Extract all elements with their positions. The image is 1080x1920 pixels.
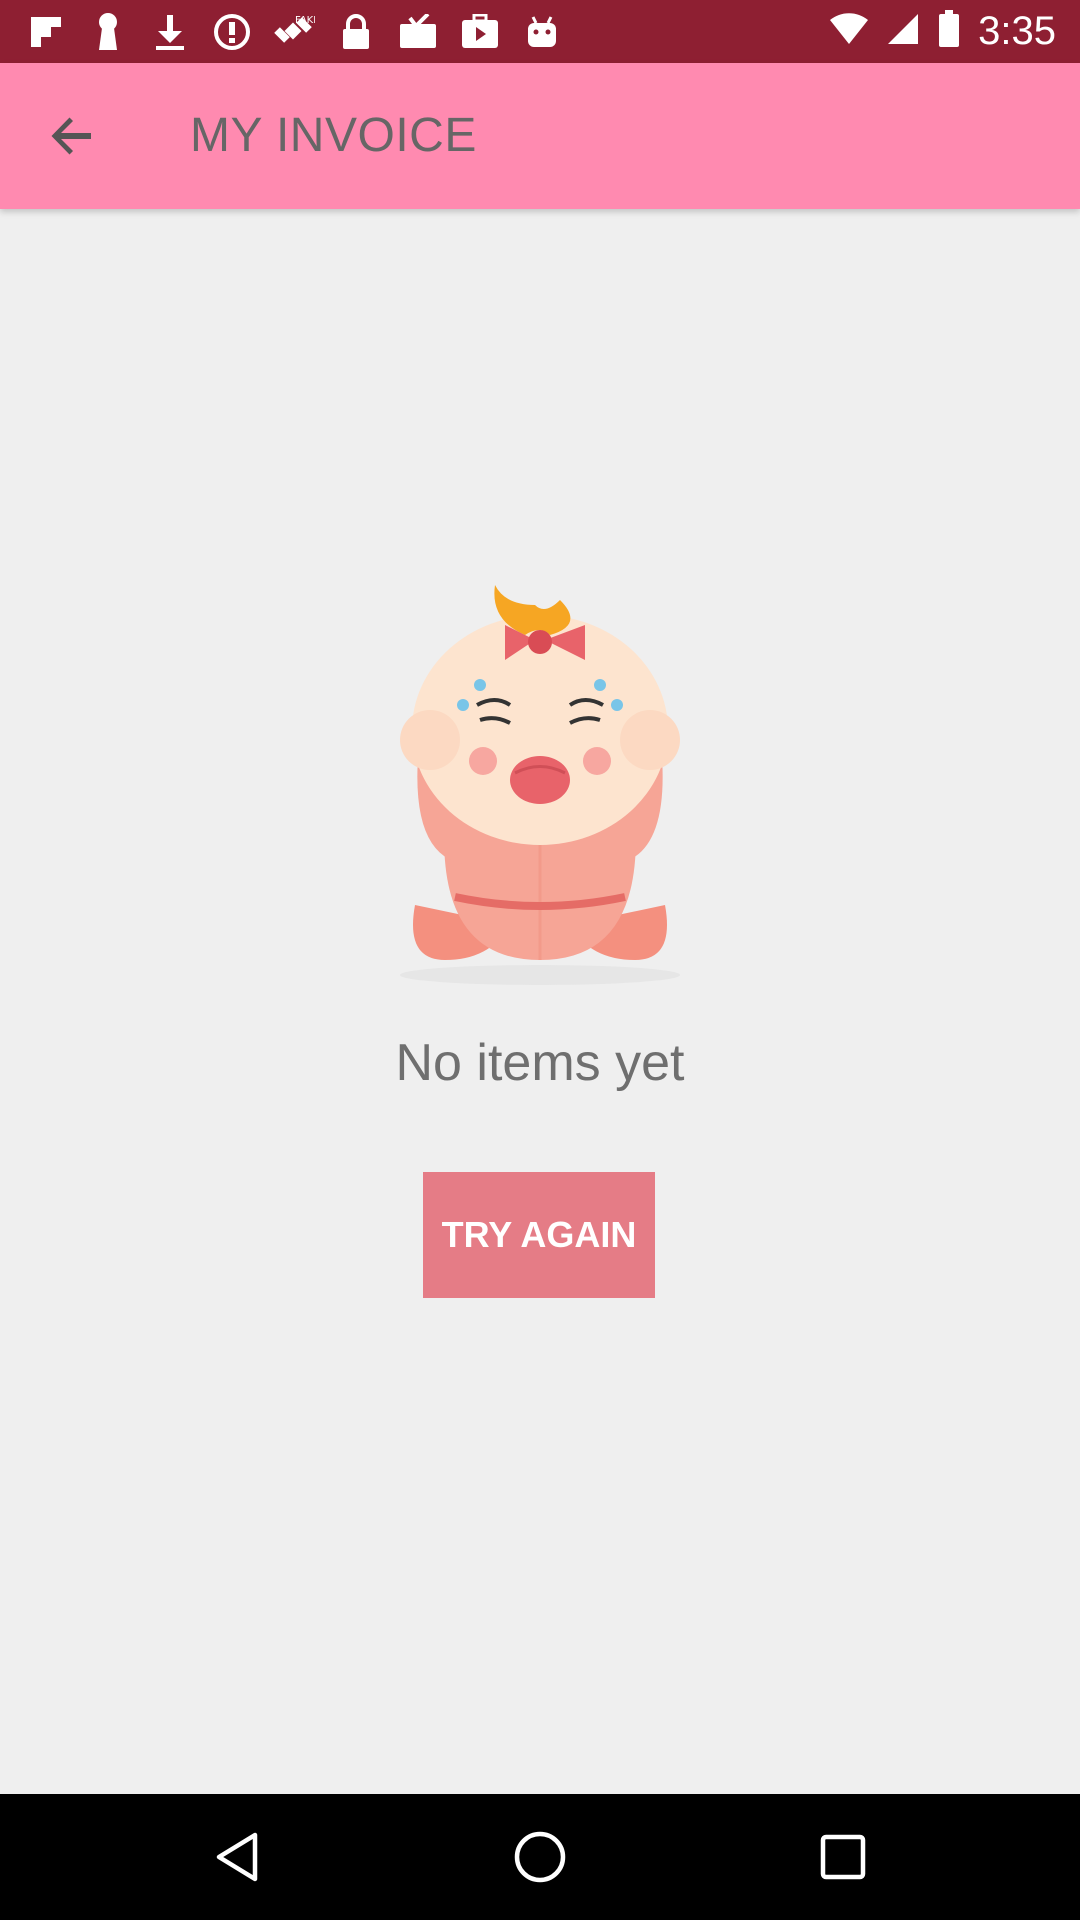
system-status: 3:35 bbox=[830, 8, 1056, 54]
home-circle-icon bbox=[514, 1831, 566, 1883]
status-bar: FAKE 3:35 bbox=[0, 0, 1080, 63]
keyhole-icon bbox=[86, 10, 130, 54]
play-store-icon bbox=[458, 10, 502, 54]
app-bar: MY INVOICE bbox=[0, 63, 1080, 209]
try-again-button[interactable]: TRY AGAIN bbox=[423, 1172, 655, 1298]
satellite-icon: FAKE bbox=[272, 10, 316, 54]
flipboard-icon bbox=[24, 10, 68, 54]
crying-baby-illustration bbox=[385, 565, 695, 985]
android-icon bbox=[520, 10, 564, 54]
wifi-icon bbox=[830, 12, 869, 51]
navigation-bar bbox=[0, 1794, 1080, 1920]
back-button[interactable] bbox=[40, 103, 106, 169]
empty-message: No items yet bbox=[395, 1034, 685, 1092]
signal-icon bbox=[886, 12, 920, 51]
nav-recents-button[interactable] bbox=[810, 1824, 876, 1890]
arrow-back-icon bbox=[51, 117, 91, 155]
mail-check-icon bbox=[396, 10, 440, 54]
nav-back-button[interactable] bbox=[204, 1824, 270, 1890]
download-icon bbox=[148, 10, 192, 54]
lock-icon bbox=[334, 10, 378, 54]
nav-home-button[interactable] bbox=[507, 1824, 573, 1890]
notification-icons: FAKE bbox=[24, 10, 564, 54]
battery-icon bbox=[938, 9, 960, 53]
back-triangle-icon bbox=[216, 1832, 258, 1882]
alert-icon bbox=[210, 10, 254, 54]
clock: 3:35 bbox=[978, 8, 1056, 53]
svg-text:FAKE: FAKE bbox=[295, 15, 315, 26]
page-title: MY INVOICE bbox=[190, 109, 477, 162]
recents-square-icon bbox=[820, 1834, 866, 1880]
